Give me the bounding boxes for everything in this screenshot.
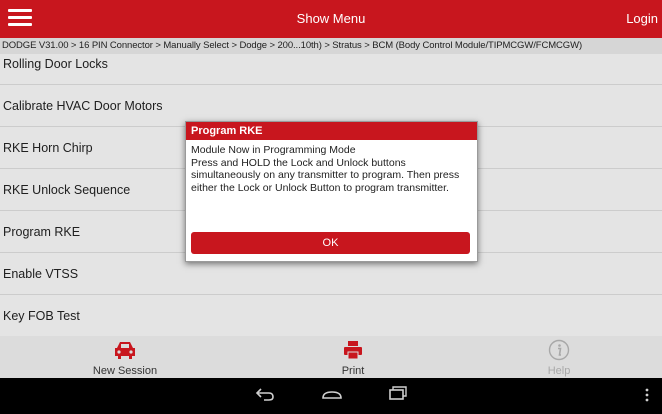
home-icon[interactable] (320, 386, 344, 402)
overflow-icon[interactable] (644, 387, 650, 403)
dialog-message: Module Now in Programming Mode Press and… (186, 140, 477, 194)
top-bar: Show Menu Login (0, 0, 662, 38)
print-label: Print (341, 365, 365, 377)
help-label: Help (547, 365, 571, 377)
dialog-message-line2: Press and HOLD the Lock and Unlock butto… (191, 156, 460, 194)
car-icon (115, 342, 135, 359)
login-button[interactable]: Login (626, 0, 658, 38)
program-rke-dialog: Program RKE Module Now in Programming Mo… (185, 121, 478, 262)
breadcrumb: DODGE V31.00 > 16 PIN Connector > Manual… (0, 38, 662, 54)
new-session-label: New Session (92, 365, 158, 377)
page-title: Show Menu (296, 11, 366, 26)
printer-icon (344, 341, 362, 360)
dialog-title: Program RKE (186, 122, 477, 140)
help-button[interactable]: Help (519, 336, 599, 378)
recents-icon[interactable] (388, 385, 408, 403)
bottom-toolbar: New Session Print Help (0, 336, 662, 378)
new-session-button[interactable]: New Session (75, 336, 175, 378)
back-icon[interactable] (254, 386, 276, 402)
android-nav-bar (0, 378, 662, 414)
dialog-message-line1: Module Now in Programming Mode (191, 144, 356, 156)
info-icon (548, 339, 570, 361)
print-button[interactable]: Print (313, 336, 393, 378)
ok-button[interactable]: OK (191, 232, 470, 254)
